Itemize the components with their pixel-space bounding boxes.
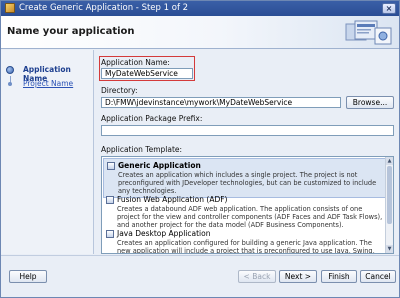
back-button[interactable]: < Back [238, 270, 276, 283]
scroll-thumb[interactable] [387, 166, 392, 224]
template-description: Creates a databound ADF web application.… [117, 205, 383, 229]
page-title: Name your application [7, 26, 135, 37]
template-name: Generic Application [118, 161, 201, 170]
nav-item-project-name[interactable]: Project Name [1, 78, 94, 90]
footer-bar: Help < Back Next > Finish Cancel [1, 255, 399, 297]
template-item-generic[interactable]: Generic Application Creates an applicati… [103, 158, 386, 198]
template-icon [107, 162, 115, 170]
help-button[interactable]: Help [9, 270, 47, 283]
directory-input[interactable]: D:\FMW\jdevinstance\mywork\MyDateWebServ… [101, 97, 341, 108]
main-panel: Application Name: MyDateWebService Direc… [96, 50, 399, 254]
title-bar: Create Generic Application - Step 1 of 2… [1, 1, 399, 16]
template-list[interactable]: Generic Application Creates an applicati… [101, 156, 394, 254]
window-title: Create Generic Application - Step 1 of 2 [19, 3, 189, 13]
finish-button[interactable]: Finish [321, 270, 357, 283]
wizard-steps-nav: Application Name Project Name [1, 50, 94, 254]
cancel-button[interactable]: Cancel [360, 270, 396, 283]
current-step-icon [6, 66, 14, 74]
app-name-input[interactable]: MyDateWebService [101, 68, 193, 79]
step-dot-icon [8, 82, 12, 86]
nav-item-application-name[interactable]: Application Name [1, 64, 94, 83]
template-item-java-desktop[interactable]: Java Desktop Application Creates an appl… [103, 227, 386, 254]
browse-button[interactable]: Browse... [346, 96, 394, 109]
header-banner: Name your application [1, 16, 399, 49]
template-name: Fusion Web Application (ADF) [117, 195, 228, 204]
template-description: Creates an application which includes a … [118, 171, 377, 195]
package-prefix-label: Application Package Prefix: [101, 114, 203, 123]
template-icon [106, 196, 114, 204]
wizard-window: Create Generic Application - Step 1 of 2… [0, 0, 400, 298]
nav-item-label[interactable]: Project Name [23, 79, 73, 88]
template-icon [106, 230, 114, 238]
template-description: Creates an application configured for bu… [117, 239, 375, 254]
package-prefix-input[interactable] [101, 125, 394, 136]
directory-label: Directory: [101, 86, 138, 95]
scroll-down-icon[interactable]: ▼ [386, 245, 393, 253]
template-scrollbar[interactable]: ▲ ▼ [385, 157, 393, 253]
template-label: Application Template: [101, 145, 183, 154]
app-icon [5, 3, 15, 13]
scroll-up-icon[interactable]: ▲ [386, 157, 393, 165]
template-name: Java Desktop Application [117, 229, 211, 238]
app-name-label: Application Name: [101, 58, 170, 67]
wizard-graphic-icon [345, 20, 392, 45]
close-icon[interactable]: × [382, 3, 396, 14]
next-button[interactable]: Next > [279, 270, 317, 283]
template-item-fusion-web[interactable]: Fusion Web Application (ADF) Creates a d… [103, 193, 386, 231]
